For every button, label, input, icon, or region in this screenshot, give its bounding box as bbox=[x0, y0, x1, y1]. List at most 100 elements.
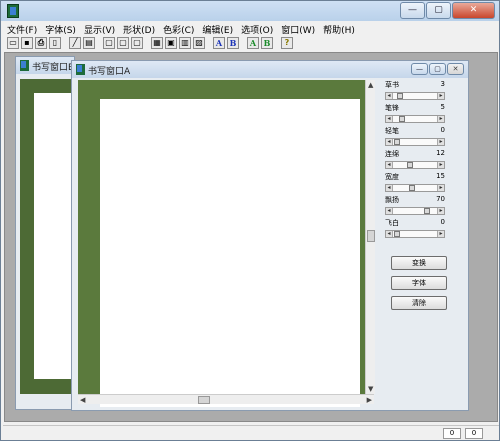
control-cursive: 草书 3 ◂ ▸ bbox=[385, 80, 465, 100]
menu-view[interactable]: 显示(V) bbox=[80, 21, 119, 36]
light-brush-slider[interactable]: ◂ ▸ bbox=[385, 138, 445, 146]
scroll-up-icon[interactable]: ▲ bbox=[368, 80, 373, 90]
window-a-close-button[interactable]: ✕ bbox=[447, 63, 464, 75]
menu-file[interactable]: 文件(F) bbox=[3, 21, 41, 36]
menu-shape[interactable]: 形状(D) bbox=[119, 21, 159, 36]
window-b-icon bbox=[20, 60, 29, 71]
status-cell-1: 0 bbox=[443, 428, 461, 439]
title-bar[interactable]: — ▢ ✕ bbox=[1, 1, 499, 21]
preview-icon[interactable]: ▯ bbox=[49, 37, 61, 49]
window-a-titlebar[interactable]: 书写窗口A — ▢ ✕ bbox=[72, 61, 468, 78]
menu-edit[interactable]: 编辑(E) bbox=[198, 21, 237, 36]
toolbar-separator bbox=[207, 37, 211, 49]
font-a-blue-icon[interactable]: A bbox=[213, 37, 225, 49]
font-button[interactable]: 字体 bbox=[391, 276, 447, 290]
window-icon[interactable]: ▢ bbox=[103, 37, 115, 49]
copy-icon[interactable]: ▣ bbox=[165, 37, 177, 49]
main-window: — ▢ ✕ 文件(F) 字体(S) 显示(V) 形状(D) 色彩(C) 编辑(E… bbox=[0, 0, 500, 441]
toolbar-separator bbox=[63, 37, 67, 49]
control-label: 连绵 bbox=[385, 150, 399, 158]
control-label: 轻笔 bbox=[385, 127, 399, 135]
horizontal-scrollbar[interactable]: ◀ ▶ bbox=[78, 394, 374, 404]
vertical-scrollbar[interactable]: ▲ ▼ bbox=[365, 80, 375, 394]
window2-icon[interactable]: ▢ bbox=[117, 37, 129, 49]
app-icon bbox=[7, 4, 19, 18]
menu-help[interactable]: 帮助(H) bbox=[319, 21, 359, 36]
brush-icon[interactable]: ▤ bbox=[83, 37, 95, 49]
window-a-paper[interactable] bbox=[100, 99, 360, 407]
control-brush-tip: 笔锋 5 ◂ ▸ bbox=[385, 103, 465, 123]
toolbar-separator bbox=[97, 37, 101, 49]
control-label: 宽度 bbox=[385, 173, 399, 181]
control-label: 飘扬 bbox=[385, 196, 399, 204]
print-icon[interactable]: ⎙ bbox=[35, 37, 47, 49]
menu-font[interactable]: 字体(S) bbox=[41, 21, 80, 36]
flying-white-slider[interactable]: ◂ ▸ bbox=[385, 230, 445, 238]
control-value: 12 bbox=[436, 149, 445, 157]
transform-button[interactable]: 变换 bbox=[391, 256, 447, 270]
font-a-green-icon[interactable]: A bbox=[247, 37, 259, 49]
close-button[interactable]: ✕ bbox=[452, 2, 495, 19]
control-value: 0 bbox=[440, 218, 445, 226]
control-label: 草书 bbox=[385, 81, 399, 89]
toolbar: ▭ ▪ ⎙ ▯ ╱ ▤ ▢ ▢ ▢ ▦ ▣ ▥ ▨ A B A B ? bbox=[3, 36, 497, 50]
paste-icon[interactable]: ▥ bbox=[179, 37, 191, 49]
window-b-paper[interactable] bbox=[34, 93, 72, 379]
window-a-minimize-button[interactable]: — bbox=[411, 63, 428, 75]
help-icon[interactable]: ? bbox=[281, 37, 293, 49]
window3-icon[interactable]: ▢ bbox=[131, 37, 143, 49]
minimize-button[interactable]: — bbox=[400, 2, 425, 19]
window-b-title: 书写窗口B bbox=[32, 63, 75, 73]
font-b-green-icon[interactable]: B bbox=[261, 37, 273, 49]
menu-options[interactable]: 选项(O) bbox=[237, 21, 277, 36]
window-b-canvas[interactable] bbox=[20, 79, 72, 394]
menu-window[interactable]: 窗口(W) bbox=[277, 21, 319, 36]
width-slider[interactable]: ◂ ▸ bbox=[385, 184, 445, 192]
vertical-scroll-thumb[interactable] bbox=[367, 230, 375, 242]
scroll-right-icon[interactable]: ▶ bbox=[367, 395, 372, 405]
window-a-title: 书写窗口A bbox=[88, 67, 131, 77]
window-a-canvas[interactable] bbox=[78, 80, 374, 407]
open-icon[interactable]: ▭ bbox=[7, 37, 19, 49]
scroll-left-icon[interactable]: ◀ bbox=[80, 395, 85, 405]
status-cell-2: 0 bbox=[465, 428, 483, 439]
pen-icon[interactable]: ╱ bbox=[69, 37, 81, 49]
control-flying-white: 飞白 0 ◂ ▸ bbox=[385, 218, 465, 238]
save-icon[interactable]: ▪ bbox=[21, 37, 33, 49]
control-value: 3 bbox=[440, 80, 445, 88]
window-a-maximize-button[interactable]: ▢ bbox=[429, 63, 446, 75]
writing-window-a[interactable]: 书写窗口A — ▢ ✕ ▲ ▼ ◀ ▶ 草书 3 ◂ ▸ 笔锋 5 ◂ ▸ 轻笔… bbox=[71, 60, 469, 411]
control-label: 笔锋 bbox=[385, 104, 399, 112]
cursive-slider[interactable]: ◂ ▸ bbox=[385, 92, 445, 100]
mdi-client-area: 书写窗口B 书写窗口A — ▢ ✕ ▲ ▼ ◀ ▶ 草书 3 ◂ ▸ 笔锋 5 … bbox=[4, 52, 498, 422]
font-b-blue-icon[interactable]: B bbox=[227, 37, 239, 49]
control-label: 飞白 bbox=[385, 219, 399, 227]
control-value: 5 bbox=[440, 103, 445, 111]
flutter-slider[interactable]: ◂ ▸ bbox=[385, 207, 445, 215]
horizontal-scroll-thumb[interactable] bbox=[198, 396, 210, 404]
menu-color[interactable]: 色彩(C) bbox=[159, 21, 198, 36]
clear-button[interactable]: 清除 bbox=[391, 296, 447, 310]
toolbar-separator bbox=[275, 37, 279, 49]
window-b-titlebar[interactable]: 书写窗口B bbox=[16, 57, 74, 74]
cut-icon[interactable]: ▦ bbox=[151, 37, 163, 49]
control-continuous: 连绵 12 ◂ ▸ bbox=[385, 149, 465, 169]
maximize-button[interactable]: ▢ bbox=[426, 2, 451, 19]
delete-icon[interactable]: ▨ bbox=[193, 37, 205, 49]
control-value: 15 bbox=[436, 172, 445, 180]
control-width: 宽度 15 ◂ ▸ bbox=[385, 172, 465, 192]
window-a-icon bbox=[76, 64, 85, 75]
scroll-down-icon[interactable]: ▼ bbox=[368, 384, 373, 394]
status-bar: 0 0 bbox=[3, 425, 499, 440]
toolbar-separator bbox=[241, 37, 245, 49]
control-light-brush: 轻笔 0 ◂ ▸ bbox=[385, 126, 465, 146]
menu-bar: 文件(F) 字体(S) 显示(V) 形状(D) 色彩(C) 编辑(E) 选项(O… bbox=[3, 21, 497, 36]
brush-tip-slider[interactable]: ◂ ▸ bbox=[385, 115, 445, 123]
control-panel: 草书 3 ◂ ▸ 笔锋 5 ◂ ▸ 轻笔 0 ◂ ▸ 连绵 12 ◂ ▸ 宽度 15 ◂ ▸ bbox=[381, 80, 465, 404]
control-value: 70 bbox=[436, 195, 445, 203]
continuous-slider[interactable]: ◂ ▸ bbox=[385, 161, 445, 169]
writing-window-b[interactable]: 书写窗口B bbox=[15, 56, 75, 410]
control-flutter: 飘扬 70 ◂ ▸ bbox=[385, 195, 465, 215]
control-value: 0 bbox=[440, 126, 445, 134]
toolbar-separator bbox=[145, 37, 149, 49]
